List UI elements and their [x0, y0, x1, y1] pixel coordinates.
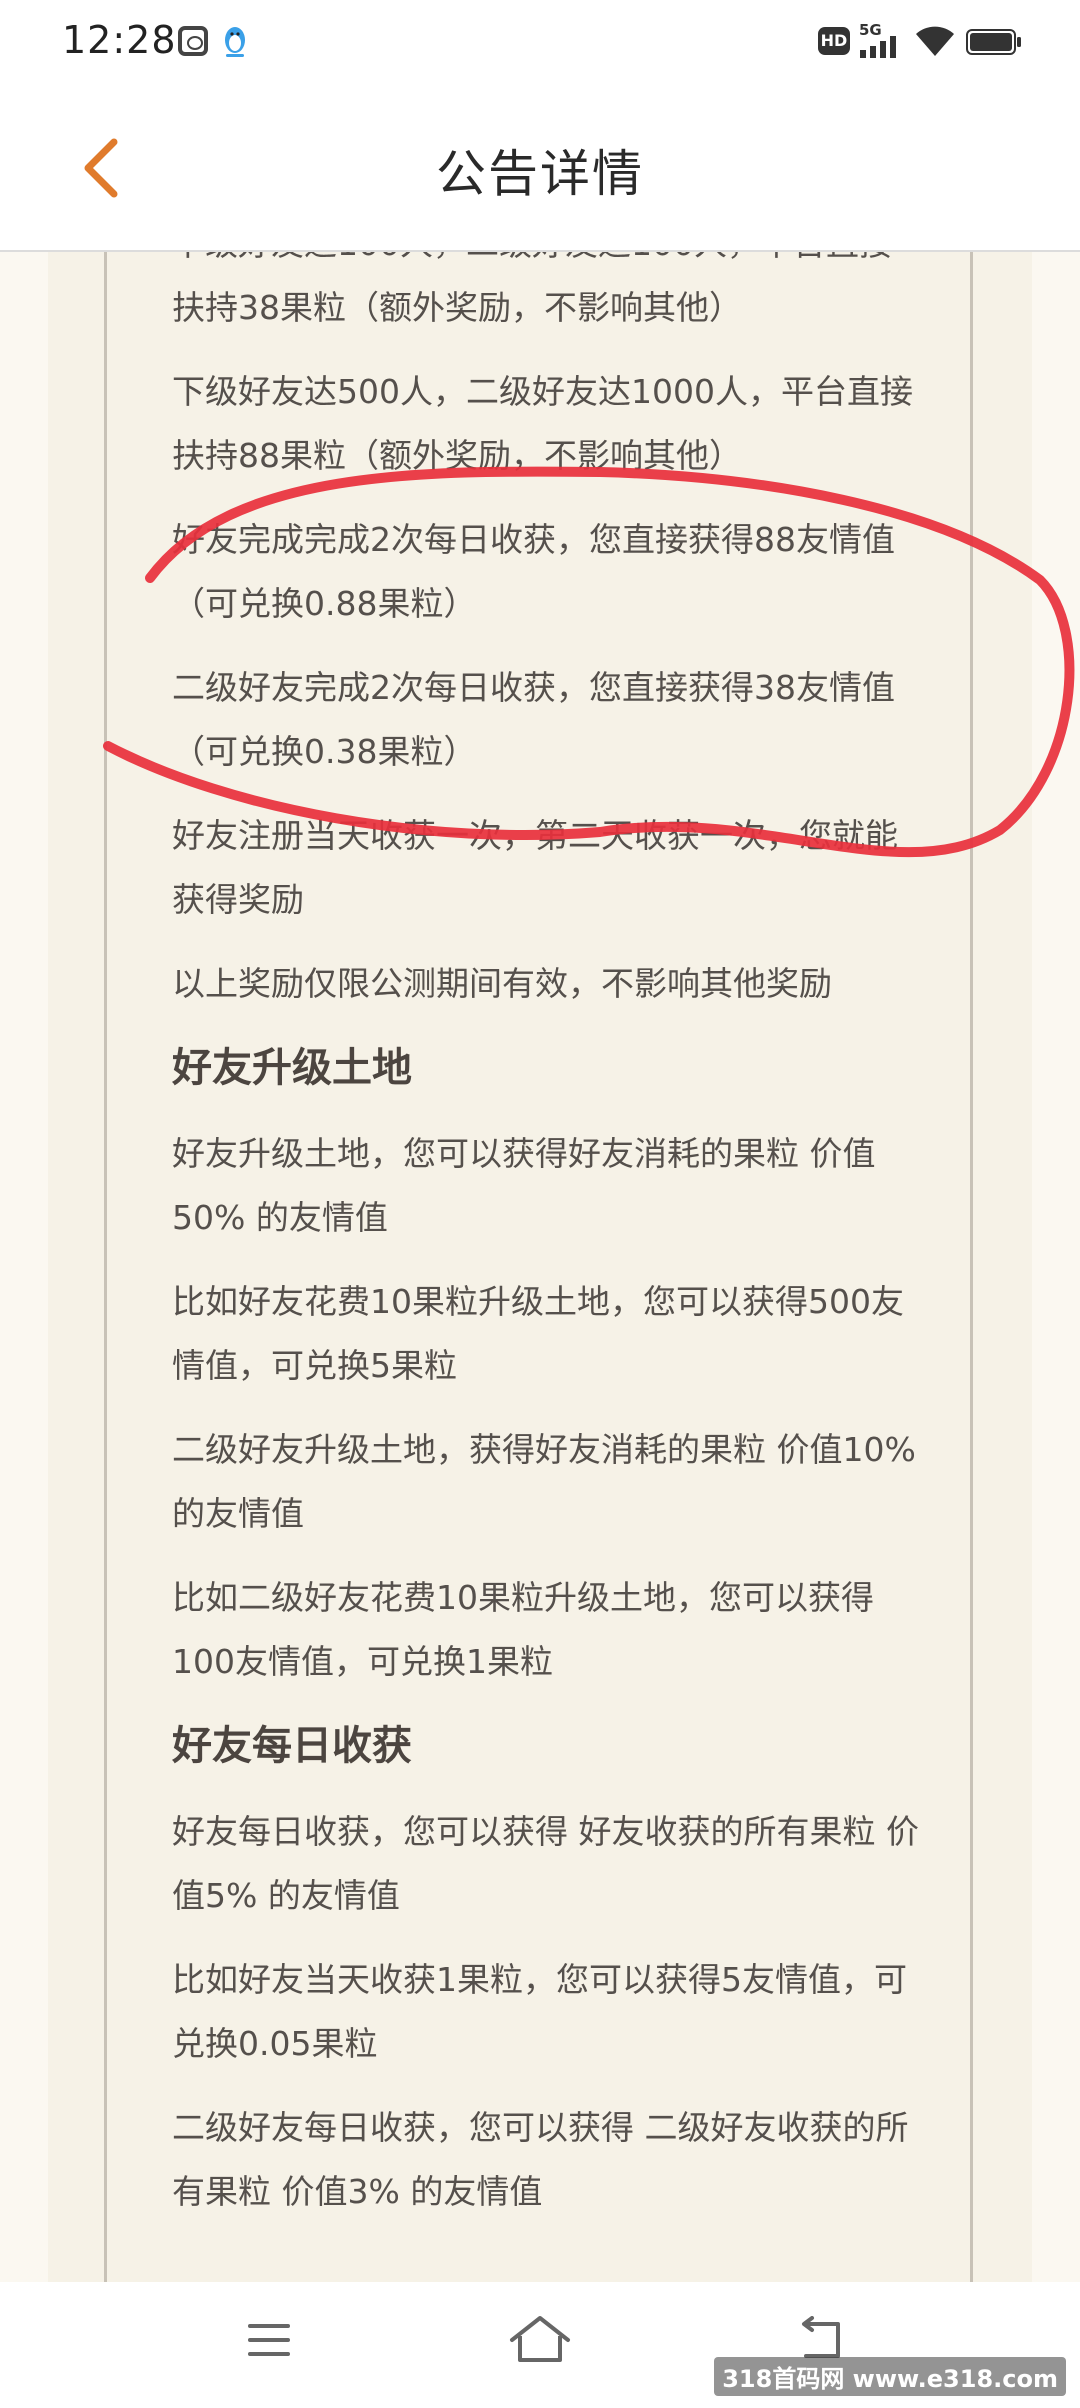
- paragraph: 好友注册当天收获一次，第二天收获一次，您就能获得奖励: [172, 816, 898, 919]
- paragraph: 比如好友当天收获1果粒，您可以获得5友情值，可兑换0.05果粒: [172, 1960, 907, 2063]
- paragraph: 好友每日收获，您可以获得 好友收获的所有果粒 价值5% 的友情值: [172, 1812, 919, 1915]
- paper-border-left: [104, 250, 107, 2282]
- paragraph: 好友完成完成2次每日收获，您直接获得88友情值（可兑换0.88果粒）: [172, 520, 895, 623]
- paragraph: 二级好友完成2次每日收获，您直接获得38友情值（可兑换0.38果粒）: [172, 668, 895, 771]
- content-scroll-area[interactable]: 下级好友达100人，二级好友达100人，平台直接扶持38果粒（额外奖励，不影响其…: [0, 250, 1080, 2282]
- page-title: 公告详情: [436, 145, 644, 203]
- announcement-body: 下级好友达100人，二级好友达100人，平台直接扶持38果粒（额外奖励，不影响其…: [172, 250, 922, 2244]
- paragraph: 下级好友达500人，二级好友达1000人，平台直接扶持88果粒（额外奖励，不影响…: [172, 372, 913, 475]
- watermark: 318首码网 www.e318.com: [714, 2357, 1066, 2396]
- paragraph: 下级好友达100人，二级好友达100人，平台直接扶持38果粒（额外奖励，不影响其…: [172, 250, 892, 327]
- app-notification-icon: [178, 26, 208, 56]
- paragraph: 二级好友升级土地，获得好友消耗的果粒 价值10% 的友情值: [172, 1430, 916, 1533]
- paragraph: 比如好友花费10果粒升级土地，您可以获得500友情值，可兑换5果粒: [172, 1282, 904, 1385]
- paragraph: 以上奖励仅限公测期间有效，不影响其他奖励: [172, 964, 832, 1003]
- section-heading-upgrade-land: 好友升级土地: [172, 1045, 412, 1091]
- paragraph: 比如二级好友花费10果粒升级土地，您可以获得100友情值，可兑换1果粒: [172, 1578, 874, 1681]
- paragraph: 好友升级土地，您可以获得好友消耗的果粒 价值50% 的友情值: [172, 1134, 876, 1237]
- penguin-notification-icon: [225, 27, 245, 57]
- status-time: 12:28: [62, 18, 177, 62]
- paragraph: 二级好友每日收获，您可以获得 二级好友收获的所有果粒 价值3% 的友情值: [172, 2108, 909, 2211]
- svg-text:5G: 5G: [859, 21, 882, 39]
- wifi-icon: [916, 26, 954, 56]
- home-icon[interactable]: [508, 2312, 572, 2366]
- battery-icon: [966, 29, 1021, 55]
- section-heading-daily-harvest: 好友每日收获: [172, 1723, 412, 1769]
- app-header: 公告详情: [0, 88, 1080, 252]
- hd-voice-icon: HD: [818, 27, 850, 55]
- paper-border-right: [970, 250, 973, 2282]
- system-navigation-bar: 318首码网 www.e318.com: [0, 2282, 1080, 2408]
- announcement-detail-screen: 12:28 HD 5G 公告详情 扶持38果粒（额外奖励，不影响其他） 下级好友…: [0, 0, 1080, 2408]
- status-bar: 12:28 HD 5G: [0, 0, 1080, 88]
- menu-icon[interactable]: [246, 2320, 292, 2360]
- signal-5g-icon: 5G: [859, 21, 896, 58]
